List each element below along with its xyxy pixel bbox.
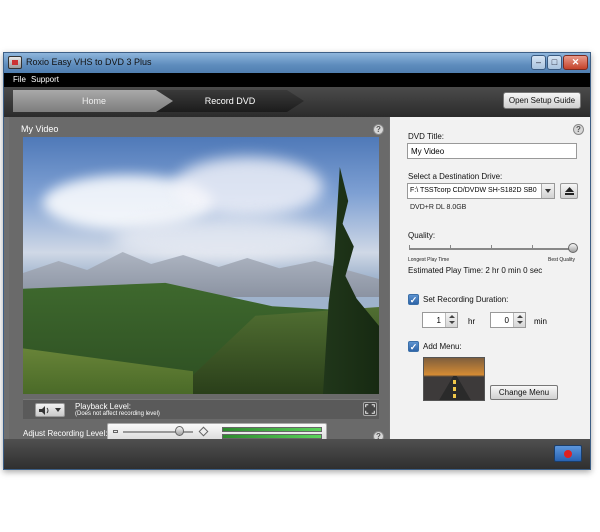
tab-record-dvd[interactable]: Record DVD [156,90,304,112]
title-bar[interactable]: Roxio Easy VHS to DVD 3 Plus – □ ✕ [4,53,590,73]
record-button[interactable] [554,445,582,462]
slider-tick [491,245,492,248]
slider-tick [532,245,533,248]
add-menu-checkbox[interactable]: ✓ [408,341,419,352]
chevron-up-icon[interactable] [449,315,455,318]
eject-button[interactable] [560,183,578,199]
set-duration-checkbox[interactable]: ✓ [408,294,419,305]
level-meter-left [222,427,322,432]
record-icon [564,450,572,458]
eject-icon [565,187,574,195]
disc-type: DVD+R DL 8.0GB [410,204,467,211]
open-setup-guide-button[interactable]: Open Setup Guide [503,92,581,109]
tab-bar: Home Record DVD Open Setup Guide [4,87,590,117]
slider-tick [409,245,410,248]
thumbnail-road-line [453,380,456,400]
recording-level-thumb[interactable] [175,426,184,436]
video-panel: My Video ? Playback Level: (Does not aff… [9,117,389,442]
estimated-play-time: Estimated Play Time: 2 hr 0 min 0 sec [408,266,543,275]
quality-max-label: Best Quality [548,257,575,263]
settings-panel: ? DVD Title: Select a Destination Drive:… [390,117,590,439]
menu-bar: File Support [4,73,590,87]
minutes-unit: min [534,317,547,326]
volume-button[interactable] [35,403,65,417]
bottom-bar [4,439,590,469]
menu-support[interactable]: Support [31,75,59,84]
destination-drive-label: Select a Destination Drive: [408,172,503,181]
close-button[interactable]: ✕ [563,55,588,70]
meter-fill [223,428,321,431]
destination-drive-select[interactable]: F:\ TSSTcorp CD/DVDW SH-S182D SB0 [407,183,555,199]
quality-slider[interactable] [409,248,573,250]
slider-tick [450,245,451,248]
change-menu-button[interactable]: Change Menu [490,385,558,400]
speaker-icon [39,406,49,415]
volume-low-icon [113,430,118,433]
set-duration-label: Set Recording Duration: [423,295,509,304]
playback-level-note: (Does not affect recording level) [75,411,160,417]
help-icon[interactable]: ? [373,124,384,135]
chevron-down-icon [55,408,61,412]
hours-stepper[interactable]: 1 [422,312,458,328]
help-icon[interactable]: ? [573,124,584,135]
video-heading: My Video [21,124,59,134]
add-menu-label: Add Menu: [423,342,462,351]
app-window: Roxio Easy VHS to DVD 3 Plus – □ ✕ File … [3,52,591,470]
chevron-down-icon[interactable] [517,321,523,324]
minutes-value: 0 [504,316,509,325]
meter-fill [223,435,321,438]
minutes-stepper[interactable]: 0 [490,312,526,328]
video-cloud [113,217,333,262]
stepper-buttons[interactable] [445,313,457,327]
playback-bar: Playback Level: (Does not affect recordi… [23,399,379,419]
dvd-title-label: DVD Title: [408,132,445,141]
stepper-buttons[interactable] [513,313,525,327]
quality-label: Quality: [408,231,436,240]
menu-file[interactable]: File [13,75,26,84]
chevron-up-icon[interactable] [517,315,523,318]
video-cloud [173,157,323,217]
quality-min-label: Longest Play Time [408,257,450,263]
minimize-button[interactable]: – [531,55,546,70]
hours-value: 1 [436,316,441,325]
recording-level-label: Adjust Recording Level: [23,429,108,438]
tab-home[interactable]: Home [13,90,175,112]
menu-thumbnail [423,357,485,401]
dvd-title-input[interactable] [407,143,577,159]
maximize-button[interactable]: □ [547,55,562,70]
playback-level-label: Playback Level: [75,402,132,411]
chevron-down-icon[interactable] [449,321,455,324]
app-icon [8,56,22,69]
window-title: Roxio Easy VHS to DVD 3 Plus [26,57,152,67]
video-preview [23,137,379,394]
volume-high-icon [198,426,209,437]
hours-unit: hr [468,317,476,326]
fullscreen-button[interactable] [363,402,377,416]
fullscreen-icon [365,404,375,414]
quality-slider-thumb[interactable] [568,243,578,253]
chevron-down-icon[interactable] [541,184,554,198]
